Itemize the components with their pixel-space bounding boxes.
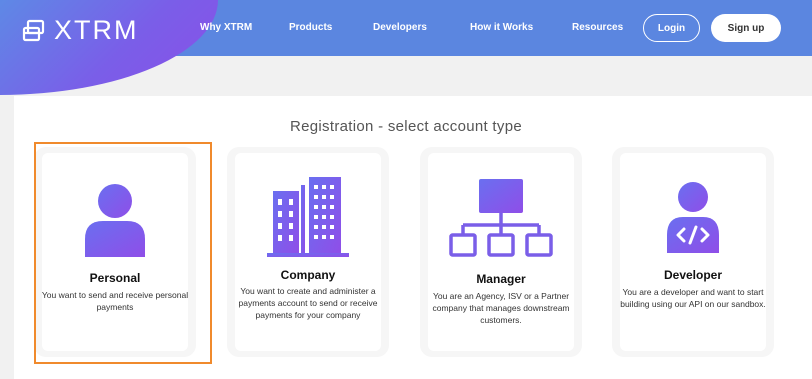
sign-up-button[interactable]: Sign up [711, 14, 781, 42]
nav-developers[interactable]: Developers [373, 22, 427, 33]
logo-text: XTRM [54, 15, 139, 45]
card-title: Developer [663, 268, 723, 282]
account-type-card-manager[interactable]: Manager You are an Agency, ISV or a Part… [420, 147, 582, 357]
card-title: Company [280, 268, 336, 282]
developer-icon [612, 179, 774, 259]
top-navigation-bar: XTRM Why XTRM Products Developers How it… [0, 0, 812, 95]
nav-why-xtrm[interactable]: Why XTRM [200, 22, 252, 33]
nav-resources[interactable]: Resources [572, 22, 623, 33]
nav-products[interactable]: Products [289, 22, 332, 33]
org-chart-icon [420, 177, 582, 259]
nav-how-it-works[interactable]: How it Works [470, 22, 533, 33]
account-type-card-company[interactable]: Company You want to create and administe… [227, 147, 389, 357]
page-title: Registration - select account type [290, 118, 522, 135]
card-description: You are a developer and want to start bu… [620, 287, 766, 309]
xtrm-logo-icon [22, 19, 45, 41]
xtrm-logo[interactable]: XTRM [22, 15, 139, 46]
card-title: Manager [476, 272, 526, 286]
selected-card-highlight [34, 142, 212, 364]
card-description: You are an Agency, ISV or a Partner comp… [432, 291, 570, 325]
buildings-icon [227, 175, 389, 257]
login-button[interactable]: Login [643, 14, 700, 42]
account-type-card-developer[interactable]: Developer You are a developer and want t… [612, 147, 774, 357]
card-description: You want to create and administer a paym… [238, 286, 378, 320]
